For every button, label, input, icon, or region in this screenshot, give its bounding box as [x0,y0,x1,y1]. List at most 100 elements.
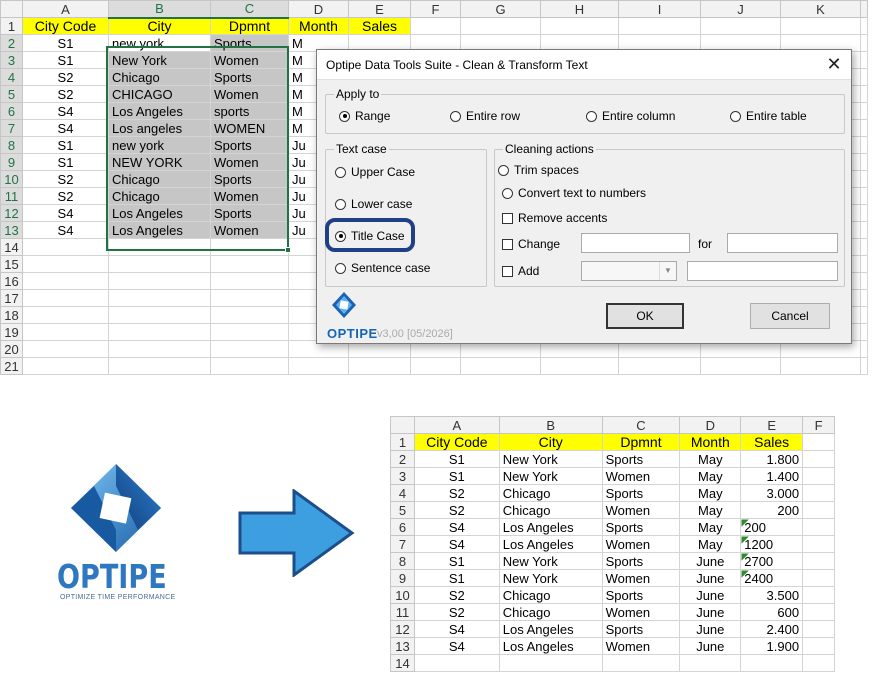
cell-city-code[interactable]: S1 [22,34,109,52]
row-header[interactable]: 2 [390,450,415,468]
column-header-e[interactable]: E [348,0,411,18]
radio-entire-column[interactable]: Entire column [586,109,675,123]
cell-city[interactable]: Chicago [108,187,211,205]
cell-city-code[interactable]: S1 [413,552,500,570]
empty-cell[interactable] [540,357,619,375]
row-header[interactable]: 11 [0,187,23,205]
empty-cell[interactable] [460,357,541,375]
cell-dpmnt[interactable]: Women [601,603,681,621]
empty-cell[interactable] [210,323,289,341]
empty-cell[interactable] [108,357,211,375]
empty-cell[interactable] [210,306,289,324]
empty-cell[interactable] [802,586,835,604]
row-header[interactable]: 1 [0,17,23,35]
cell-city[interactable]: New York [498,569,603,587]
empty-cell[interactable] [860,255,868,273]
empty-cell[interactable] [700,357,781,375]
cell-sales[interactable]: 1200 [740,535,804,553]
cell-city[interactable]: Los Angeles [108,102,211,120]
cell-city[interactable]: New York [498,467,603,485]
empty-cell[interactable] [860,357,868,375]
row-header[interactable]: 5 [390,501,415,519]
cell-month[interactable]: June [679,569,742,587]
change-from-input[interactable] [581,233,690,253]
row-header[interactable]: 14 [390,654,415,672]
row-header[interactable]: 12 [390,620,415,638]
cell-city[interactable]: Chicago [498,501,603,519]
cell-dpmnt[interactable]: Women [601,467,681,485]
cell-city[interactable]: Los Angeles [498,637,603,655]
fill-handle[interactable] [285,247,291,253]
row-header[interactable]: 21 [0,357,23,375]
cell-dpmnt[interactable]: Sports [601,552,681,570]
radio-entire-row[interactable]: Entire row [450,109,520,123]
empty-cell[interactable] [618,17,701,35]
radio-entire-table[interactable]: Entire table [730,109,807,123]
cell-city[interactable]: Chicago [498,603,603,621]
header-cell[interactable]: City [108,17,211,35]
cell-dpmnt[interactable]: Sports [210,68,289,86]
radio-lower-case[interactable]: Lower case [335,197,412,211]
empty-cell[interactable] [860,102,868,120]
column-header-f[interactable]: F [802,416,835,434]
empty-cell[interactable] [860,34,868,52]
cell-dpmnt[interactable]: sports [210,102,289,120]
cell-city[interactable]: CHICAGO [108,85,211,103]
row-header[interactable]: 17 [0,289,23,307]
empty-cell[interactable] [860,119,868,137]
cell-city-code[interactable]: S2 [413,603,500,621]
cell-dpmnt[interactable]: Women [601,637,681,655]
empty-cell[interactable] [860,238,868,256]
empty-cell[interactable] [540,17,619,35]
dialog-titlebar[interactable]: Optipe Data Tools Suite - Clean & Transf… [317,50,851,80]
cell-dpmnt[interactable]: Women [601,569,681,587]
cell-city-code[interactable]: S4 [413,518,500,536]
column-header-k[interactable]: K [780,0,861,18]
empty-cell[interactable] [860,170,868,188]
cell-month[interactable]: June [679,637,742,655]
empty-cell[interactable] [860,204,868,222]
empty-cell[interactable] [288,357,349,375]
add-text-input[interactable] [687,261,838,281]
column-header-a[interactable]: A [22,0,109,18]
empty-cell[interactable] [860,340,868,358]
add-position-dropdown[interactable]: ▼ [581,261,677,281]
cell-dpmnt[interactable]: Sports [210,170,289,188]
empty-cell[interactable] [22,340,109,358]
empty-cell[interactable] [498,654,603,672]
empty-cell[interactable] [802,484,835,502]
column-header-d[interactable]: D [679,416,742,434]
cell-city-code[interactable]: S4 [413,637,500,655]
empty-cell[interactable] [601,654,681,672]
cell-dpmnt[interactable]: Women [601,501,681,519]
empty-cell[interactable] [22,306,109,324]
column-header-i[interactable]: I [618,0,701,18]
cell-city-code[interactable]: S1 [22,51,109,69]
cell-dpmnt[interactable]: Sports [601,518,681,536]
cell-dpmnt[interactable]: Sports [601,484,681,502]
cell-city-code[interactable]: S2 [413,484,500,502]
cell-city-code[interactable]: S1 [22,136,109,154]
cell-sales[interactable]: 1.900 [740,637,804,655]
empty-cell[interactable] [860,187,868,205]
cell-sales[interactable]: 600 [740,603,804,621]
radio-range[interactable]: Range [339,109,390,123]
empty-cell[interactable] [780,357,861,375]
empty-cell[interactable] [679,654,742,672]
row-header[interactable]: 4 [390,484,415,502]
empty-cell[interactable] [802,501,835,519]
row-header[interactable]: 7 [390,535,415,553]
column-header-e[interactable]: E [740,416,804,434]
empty-cell[interactable] [22,357,109,375]
row-header[interactable]: 4 [0,68,23,86]
cell-sales[interactable]: 2400 [740,569,804,587]
cell-city[interactable]: Chicago [108,170,211,188]
cell-dpmnt[interactable]: WOMEN [210,119,289,137]
row-header[interactable]: 3 [390,467,415,485]
cell-sales[interactable]: 3.500 [740,586,804,604]
radio-upper-case[interactable]: Upper Case [335,165,415,179]
empty-cell[interactable] [860,272,868,290]
cell-sales[interactable]: 1.400 [740,467,804,485]
cell-dpmnt[interactable]: Women [210,221,289,239]
row-header[interactable]: 7 [0,119,23,137]
